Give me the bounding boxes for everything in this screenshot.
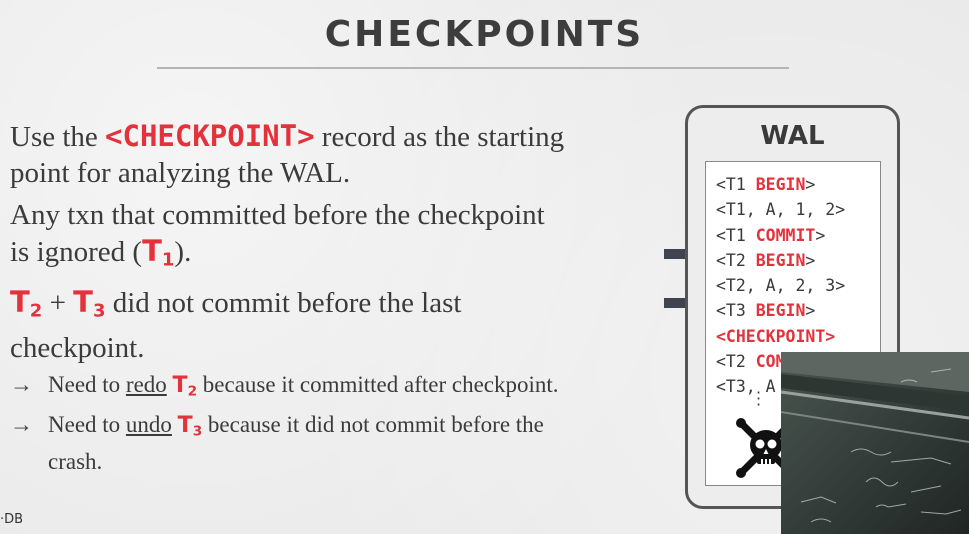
sub-bullet-undo: → Need to undo T3 because it did not com… <box>10 410 570 475</box>
sub-bullet-text-pre: Need to <box>48 412 126 438</box>
title-divider <box>157 67 789 69</box>
sub-bullet-text-pre: Need to <box>48 371 126 397</box>
txn-letter: T <box>10 285 30 320</box>
slide-body: Use the <CHECKPOINT> record as the start… <box>10 118 570 476</box>
txn-label-t2: T2 <box>10 285 43 322</box>
slide-title: CHECKPOINTS <box>324 14 645 55</box>
txn-letter: T <box>172 372 188 398</box>
wal-entry-text: <T2 <box>716 250 756 270</box>
bullet-1: Use the <CHECKPOINT> record as the start… <box>10 118 570 191</box>
wal-entry-text: <T3 <box>716 301 756 321</box>
bullet-2: Any txn that committed before the checkp… <box>10 197 570 278</box>
txn-subscript: 3 <box>192 423 203 440</box>
begin-keyword: BEGIN <box>755 301 806 321</box>
txn-label-t2: T2 <box>172 372 198 400</box>
begin-keyword: BEGIN <box>755 175 806 194</box>
bullet-3: T2 + T3 did not commit before the last c… <box>10 284 570 365</box>
wal-entry: <T1 COMMIT> <box>716 223 845 248</box>
sub-bullet-arrow-icon: → <box>10 412 33 438</box>
wal-entry: <T2, A, 2, 3> <box>716 276 846 296</box>
sub-bullet-text-post: because it committed after checkpoint. <box>197 371 559 397</box>
checkpoint-keyword: <CHECKPOINT> <box>716 326 836 346</box>
sub-bullet-redo: → Need to redo T2 because it committed a… <box>10 370 570 406</box>
wal-entry: <T3 BEGIN> <box>716 298 845 323</box>
footer-logo: ·DB <box>0 512 24 527</box>
sub-bullet-arrow-icon: → <box>10 371 33 397</box>
bullet-1-text-pre: Use the <box>10 121 106 153</box>
wal-entry-text: > <box>805 175 816 194</box>
checkpoint-keyword: <CHECKPOINT> <box>105 119 315 153</box>
txn-label-t3: T3 <box>73 285 106 322</box>
txn-letter: T <box>142 234 162 268</box>
bullet-2-text-post: ). <box>174 236 192 268</box>
txn-label-t3: T3 <box>177 413 203 440</box>
wal-entry-text: <T2 <box>716 352 756 372</box>
wal-entry-text: > <box>805 250 816 270</box>
wal-entry: <T2 BEGIN> <box>716 248 845 273</box>
txn-letter: T <box>73 285 93 320</box>
undo-word: undo <box>125 412 172 438</box>
chalkboard-image <box>781 352 969 534</box>
plus-sign: + <box>42 287 74 320</box>
wal-entry-text: <T1 <box>716 175 756 194</box>
wal-entry-text: <T1 <box>716 225 756 245</box>
wal-entry: <CHECKPOINT> <box>716 324 845 349</box>
wal-entry: <T1, A, 1, 2> <box>716 200 846 220</box>
wal-entry-text: > <box>815 225 826 245</box>
txn-letter: T <box>177 413 193 439</box>
wal-entry: <T1 BEGIN> <box>716 172 845 197</box>
webcam-video-feed <box>781 352 969 534</box>
redo-word: redo <box>125 371 167 397</box>
txn-subscript: 2 <box>29 300 43 322</box>
txn-subscript: 2 <box>187 383 198 400</box>
txn-subscript: 3 <box>92 300 106 322</box>
wal-title: WAL <box>760 121 825 151</box>
bullet-2-text-pre: Any txn that committed before the checkp… <box>10 199 545 268</box>
begin-keyword: BEGIN <box>755 250 806 270</box>
commit-keyword: COMMIT <box>755 225 816 245</box>
txn-label-t1: T1 <box>142 234 175 271</box>
txn-subscript: 1 <box>161 249 175 271</box>
wal-entry-text: > <box>805 301 816 321</box>
ellipsis-vertical-icon: · · · <box>756 383 762 414</box>
